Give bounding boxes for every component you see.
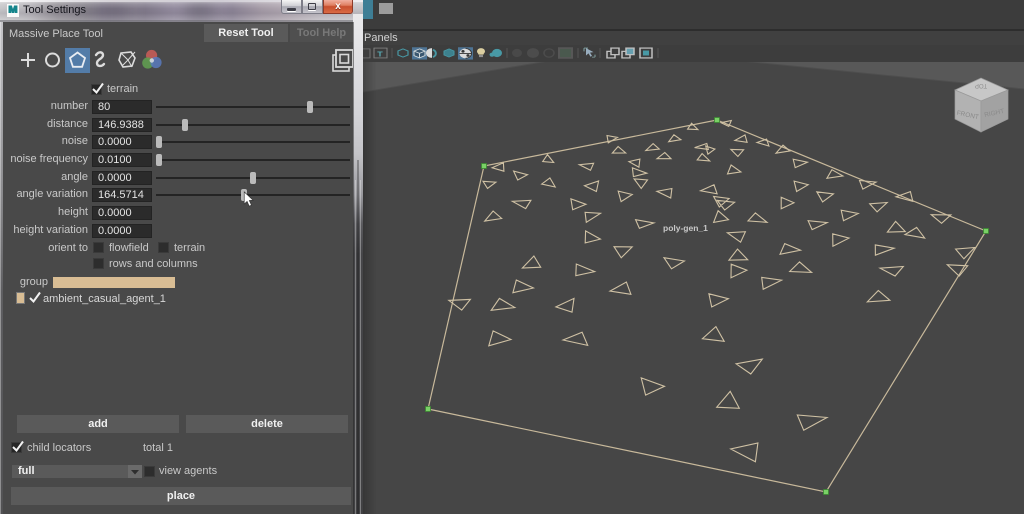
svg-text:TOP: TOP bbox=[975, 82, 987, 88]
svg-text:T: T bbox=[377, 50, 383, 58]
svg-text:poly-gen_1: poly-gen_1 bbox=[663, 223, 708, 233]
